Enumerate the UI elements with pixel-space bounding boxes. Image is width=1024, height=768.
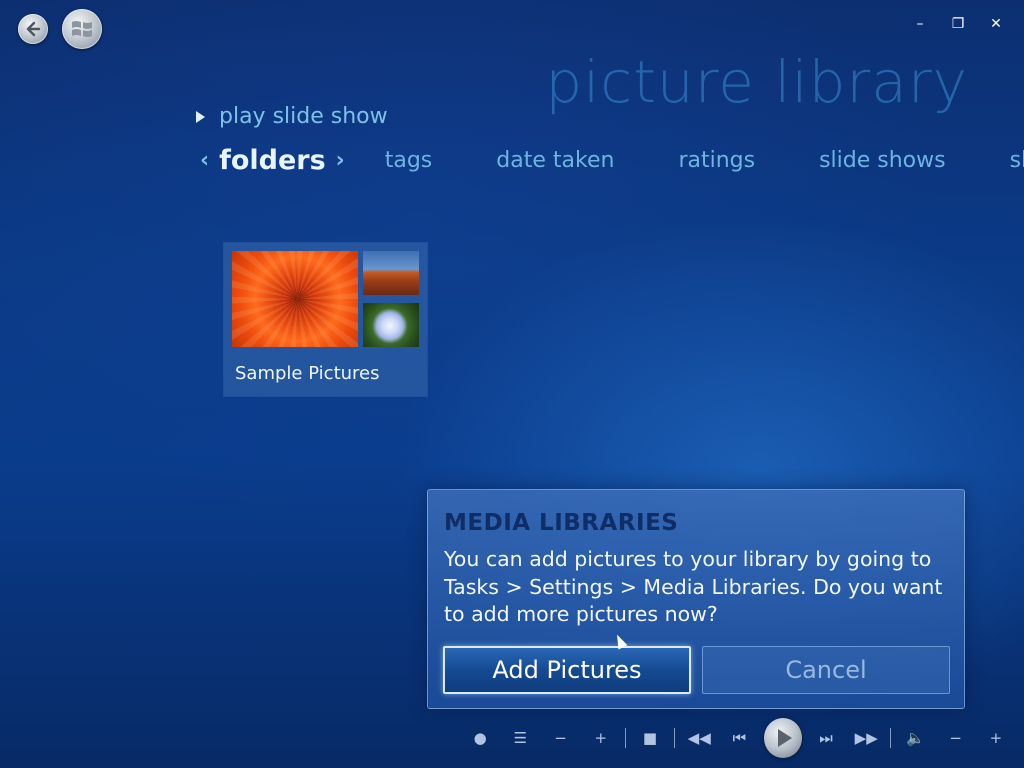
pivot-nav: ‹ folders › tags date taken ratings slid… [200, 140, 1024, 180]
media-libraries-dialog: MEDIA LIBRARIES You can add pictures to … [427, 489, 965, 709]
channel-up-button[interactable]: + [581, 729, 621, 747]
folder-tile-sample-pictures[interactable]: Sample Pictures [224, 243, 427, 396]
play-triangle-icon [196, 110, 205, 123]
chevron-right-icon[interactable]: › [336, 148, 345, 173]
separator [674, 728, 676, 748]
folder-label: Sample Pictures [235, 363, 380, 384]
page-title: picture library [545, 48, 968, 116]
dialog-title: MEDIA LIBRARIES [444, 510, 679, 536]
play-icon [777, 729, 792, 747]
separator [624, 728, 626, 748]
windows-logo-icon [72, 21, 92, 37]
next-button[interactable]: ⏭ [806, 729, 846, 747]
chevron-left-icon[interactable]: ‹ [200, 148, 209, 173]
rewind-button[interactable]: ◀◀ [679, 729, 719, 747]
window-controls: – ❐ ✕ [910, 14, 1006, 34]
tab-shared[interactable]: sh [1010, 148, 1024, 173]
tab-date-taken[interactable]: date taken [496, 148, 614, 173]
tab-tags[interactable]: tags [385, 148, 433, 173]
add-pictures-button[interactable]: Add Pictures [443, 646, 691, 694]
back-button[interactable] [18, 14, 48, 44]
volume-icon[interactable]: 🔈 [895, 729, 935, 747]
cancel-button[interactable]: Cancel [702, 646, 950, 694]
play-button[interactable] [763, 718, 802, 758]
guide-button[interactable]: ☰ [500, 729, 540, 747]
restore-button[interactable]: ❐ [948, 14, 968, 34]
play-slide-show-label: play slide show [219, 104, 388, 129]
channel-down-button[interactable]: − [540, 729, 580, 747]
close-button[interactable]: ✕ [986, 14, 1006, 34]
volume-up-button[interactable]: + [976, 729, 1016, 747]
dialog-message: You can add pictures to your library by … [444, 547, 943, 626]
volume-down-button[interactable]: − [936, 729, 976, 747]
minimize-button[interactable]: – [910, 14, 930, 34]
white-flower-thumbnail [363, 303, 419, 347]
start-button[interactable] [62, 9, 102, 49]
previous-button[interactable]: ⏮ [719, 729, 759, 747]
separator [890, 728, 892, 748]
transport-controls: ● ☰ − + ■ ◀◀ ⏮ ⏭ ▶▶ 🔈 − + [460, 716, 1016, 760]
record-button[interactable]: ● [460, 729, 500, 747]
tab-ratings[interactable]: ratings [678, 148, 755, 173]
tab-slide-shows[interactable]: slide shows [819, 148, 946, 173]
fast-forward-button[interactable]: ▶▶ [846, 729, 886, 747]
desert-thumbnail [363, 251, 419, 295]
orange-flower-thumbnail [232, 251, 358, 347]
play-slide-show-link[interactable]: play slide show [196, 104, 388, 129]
stop-button[interactable]: ■ [630, 729, 670, 747]
tab-folders[interactable]: folders [219, 145, 326, 176]
back-arrow-icon [26, 21, 41, 37]
